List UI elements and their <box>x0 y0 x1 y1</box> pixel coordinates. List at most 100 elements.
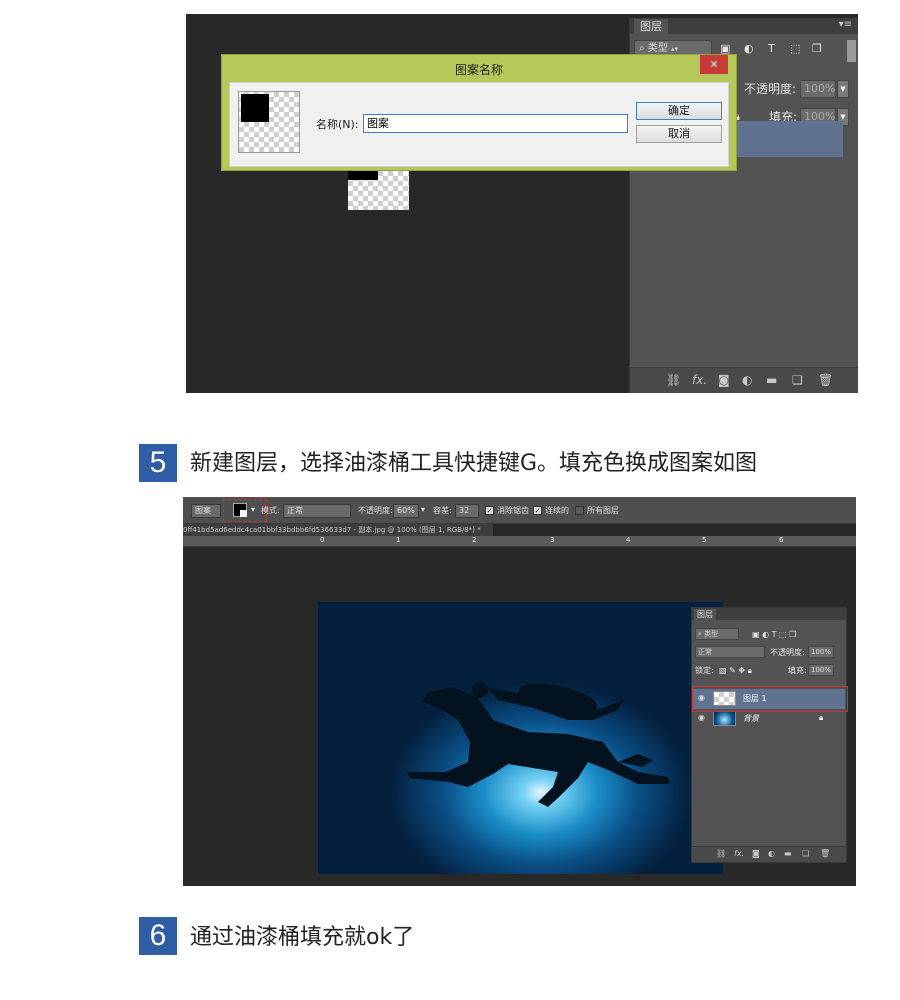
step-instruction-text: 新建图层，选择油漆桶工具快捷键G。填充色换成图案如图 <box>190 451 758 476</box>
panel-menu-icon[interactable]: ▾≡ <box>839 19 852 30</box>
new-layer-icon[interactable]: ❏ <box>802 849 809 858</box>
step-instruction-text: 通过油漆桶填充就ok了 <box>190 925 415 950</box>
ruler-label: 6 <box>779 536 784 544</box>
mode-label: 模式: <box>261 506 280 515</box>
opacity-label: 不透明度: <box>770 648 805 657</box>
pattern-canvas-preview <box>348 166 409 210</box>
folder-icon[interactable]: ▬ <box>766 373 777 387</box>
screenshot-paint-bucket: 图案 ▾ 模式: 正常 不透明度: 60% ▾ 容差: 32 ✓ 消除锯齿 ✓ … <box>183 497 856 886</box>
tab-layers[interactable]: 图层 <box>694 609 716 620</box>
smart-object-filter-icon[interactable]: ❐ <box>812 42 822 56</box>
chevron-icon: ▴▾ <box>670 45 679 53</box>
ruler-label: 3 <box>550 536 555 544</box>
ruler-label: 1 <box>396 536 401 544</box>
layers-panel-tabbar: 图层 ▾≡ <box>630 18 858 34</box>
antialias-checkbox[interactable]: ✓ <box>485 506 494 515</box>
shape-filter-icon[interactable]: ⬚ <box>790 42 800 56</box>
cancel-button[interactable]: 取消 <box>636 125 722 143</box>
antialias-label: 消除锯齿 <box>497 506 529 515</box>
all-layers-checkbox[interactable] <box>575 506 584 515</box>
search-icon: ⌕ <box>639 43 645 54</box>
pattern-thumbnail <box>238 91 300 153</box>
fill-source-select[interactable]: 图案 <box>191 504 221 518</box>
document-tab[interactable]: 0ff41bd5ad6eddc4ca01bbf33bdbb6fd536633d7… <box>183 524 493 536</box>
filter-kind-select[interactable]: ⌕ 类型 <box>695 628 739 640</box>
underwater-horse-photo <box>318 602 723 874</box>
dialog-body: 名称(N): 图案 确定 取消 <box>229 82 729 167</box>
opacity-label: 不透明度: <box>744 82 797 96</box>
link-icon[interactable]: ⛓ <box>716 849 726 858</box>
layer-thumbnail <box>713 711 736 726</box>
blend-mode-select[interactable]: 正常 <box>695 646 765 658</box>
filter-kind-label: 类型 <box>647 43 668 54</box>
eye-icon[interactable]: ◉ <box>698 713 705 722</box>
fill-label: 填充: <box>788 666 807 675</box>
dialog-titlebar: 图案名称 ✕ <box>222 55 736 82</box>
mask-icon[interactable]: ◙ <box>718 373 730 387</box>
blend-mode-value: 正常 <box>698 648 712 656</box>
dialog-title: 图案名称 <box>454 63 503 77</box>
layers-panel-bottombar: ⛓ fx. ◙ ◐ ▬ ❏ 🗑︎ <box>692 846 846 862</box>
filter-toggle[interactable] <box>847 40 856 62</box>
tolerance-label: 容差: <box>433 506 452 515</box>
step-number-badge: 5 <box>139 444 177 482</box>
mode-select[interactable]: 正常 <box>283 504 351 518</box>
adjustment-icon[interactable]: ◐ <box>742 373 752 387</box>
layer-highlight-box <box>692 686 848 712</box>
adjustment-filter-icon[interactable]: ◐ <box>744 42 754 56</box>
swatch-dropdown-icon[interactable]: ▾ <box>251 505 255 514</box>
ruler-label: 4 <box>626 536 631 544</box>
layers-panel: 图层 ⌕ 类型 ▣ ◐ T ⬚ ❐ 正常 不透明度: 100% 锁定: ▧ ✎ … <box>691 607 848 863</box>
pattern-swatch-white <box>240 510 247 517</box>
all-layers-label: 所有图层 <box>587 506 619 515</box>
opacity-field[interactable]: 100% <box>800 80 836 98</box>
layer-name: 背景 <box>743 714 759 723</box>
layer-filter-icons[interactable]: ▣ ◐ T ⬚ ❐ <box>752 629 796 640</box>
close-button[interactable]: ✕ <box>700 55 728 74</box>
ok-button[interactable]: 确定 <box>636 102 722 120</box>
tolerance-field[interactable]: 32 <box>455 504 479 518</box>
link-icon[interactable]: ⛓ <box>666 373 681 387</box>
fx-icon[interactable]: fx. <box>692 373 707 387</box>
lock-label: 锁定: <box>695 666 714 675</box>
opacity-field[interactable]: 60% <box>393 504 419 518</box>
fill-source-label: 图案 <box>195 506 211 515</box>
opacity-dropdown[interactable]: ▼ <box>837 80 849 98</box>
ruler-label: 5 <box>702 536 707 544</box>
opacity-field[interactable]: 100% <box>808 646 834 658</box>
ruler-label: 2 <box>472 536 477 544</box>
pattern-swatch[interactable] <box>233 503 247 517</box>
contiguous-checkbox[interactable]: ✓ <box>533 506 542 515</box>
layer-row[interactable]: ◉ 背景 🔒︎ <box>693 709 845 729</box>
screenshot-pattern-name-dialog: 图层 ▾≡ ⌕ 类型 ▴▾ ▣ ◐ T ⬚ ❐ 不透明度: 100% ▼ 🔒︎ … <box>186 14 858 393</box>
search-icon: ⌕ <box>698 630 702 638</box>
new-layer-icon[interactable]: ❏ <box>792 373 803 387</box>
pattern-black-square <box>241 94 269 122</box>
ruler-label: 0 <box>320 536 325 544</box>
adjustment-icon[interactable]: ◐ <box>768 849 775 858</box>
step-number-badge: 6 <box>139 917 177 955</box>
fx-icon[interactable]: fx. <box>734 849 744 858</box>
tool-options-bar: 图案 ▾ 模式: 正常 不透明度: 60% ▾ 容差: 32 ✓ 消除锯齿 ✓ … <box>183 497 856 524</box>
tab-layers[interactable]: 图层 <box>634 19 668 34</box>
layers-panel-bottombar: ⛓ fx. ◙ ◐ ▬ ❏ 🗑︎ <box>630 367 858 393</box>
opacity-dropdown-icon[interactable]: ▾ <box>421 505 425 514</box>
mask-icon[interactable]: ◙ <box>752 849 760 858</box>
opacity-label: 不透明度: <box>358 506 393 515</box>
trash-icon[interactable]: 🗑︎ <box>820 849 830 858</box>
lock-icons[interactable]: ▧ ✎ ✥ 🔒︎ <box>719 665 752 676</box>
horizontal-ruler: 0 1 2 3 4 5 6 <box>183 536 856 547</box>
filter-kind-label: 类型 <box>704 630 719 638</box>
folder-icon[interactable]: ▬ <box>784 849 792 858</box>
type-filter-icon[interactable]: T <box>768 42 775 56</box>
layers-panel-tabbar: 图层 <box>692 608 846 620</box>
name-label: 名称(N): <box>316 118 359 131</box>
fill-field[interactable]: 100% <box>808 664 834 676</box>
photo-silhouette <box>406 682 670 807</box>
contiguous-label: 连续的 <box>545 506 569 515</box>
trash-icon[interactable]: 🗑︎ <box>818 373 833 387</box>
lock-icon: 🔒︎ <box>819 713 824 722</box>
mode-value: 正常 <box>287 506 303 515</box>
pattern-name-dialog: 图案名称 ✕ 名称(N): 图案 确定 取消 <box>221 54 737 171</box>
name-input[interactable]: 图案 <box>363 114 628 133</box>
